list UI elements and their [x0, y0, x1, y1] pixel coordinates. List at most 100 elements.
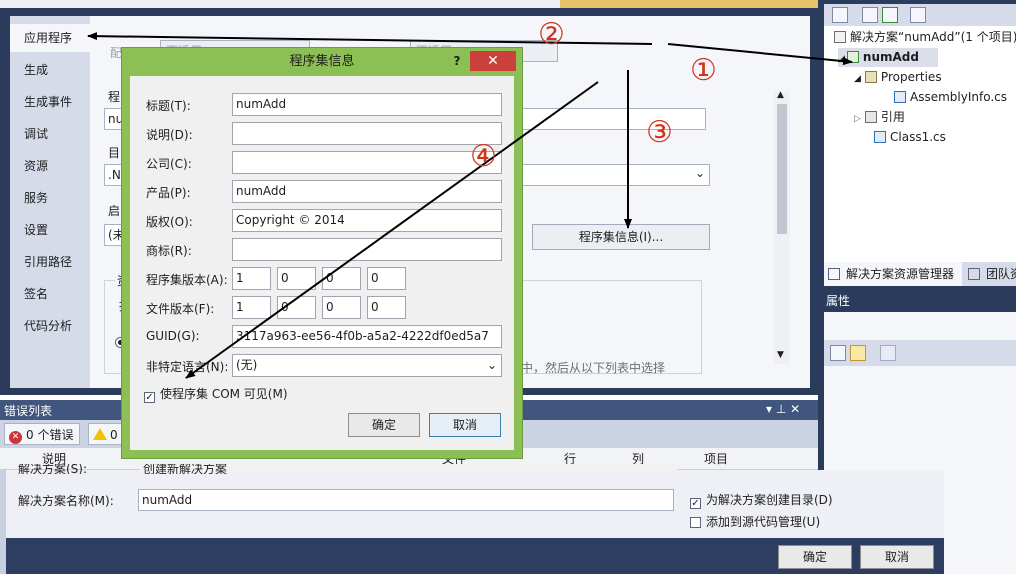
assemblyinfo-node[interactable]: AssemblyInfo.cs	[894, 88, 1007, 107]
product-input[interactable]: numAdd	[232, 180, 502, 203]
class1-node[interactable]: Class1.cs	[874, 128, 946, 147]
file-version-revision[interactable]: 0	[367, 296, 406, 319]
page-vertical-scrollbar[interactable]: ▲ ▼	[774, 90, 790, 364]
solution-node[interactable]: 解决方案“numAdd”(1 个项目)	[834, 28, 1016, 47]
refresh-icon[interactable]	[882, 7, 898, 23]
chevron-down-icon: ⌄	[694, 166, 705, 180]
solution-node-label: 解决方案“numAdd”(1 个项目)	[850, 30, 1016, 44]
scrollbar-thumb[interactable]	[777, 104, 787, 234]
tab-build-events[interactable]: 生成事件	[10, 88, 90, 116]
dialog-cancel-button[interactable]: 取消	[429, 413, 501, 437]
checkbox-checked-icon: ✓	[144, 392, 155, 403]
tab-team-explorer-label: 团队资	[986, 267, 1016, 281]
chevron-down-icon: ⌄	[486, 358, 497, 372]
tab-services[interactable]: 服务	[10, 184, 90, 212]
solution-label: 解决方案(S):	[18, 464, 88, 474]
source-control-checkbox[interactable]: 添加到源代码管理(U)	[690, 513, 820, 530]
scroll-up-icon[interactable]: ▲	[777, 90, 784, 100]
target-framework-label: 目	[108, 146, 121, 160]
properties-toolbar	[824, 340, 1016, 366]
errors-count: 0 个错误	[26, 428, 74, 442]
tab-build[interactable]: 生成	[10, 56, 90, 84]
com-visible-checkbox[interactable]: ✓ 使程序集 COM 可见(M)	[144, 385, 288, 403]
annotation-2: ②	[538, 17, 565, 52]
csharp-file-icon	[874, 131, 886, 143]
tab-reference-paths[interactable]: 引用路径	[10, 248, 90, 276]
categorized-icon[interactable]	[830, 345, 846, 361]
assembly-version-build[interactable]: 0	[322, 267, 361, 290]
tab-resources[interactable]: 资源	[10, 152, 90, 180]
startup-object-label: 启	[108, 204, 121, 218]
tab-application[interactable]: 应用程序	[10, 24, 94, 52]
new-project-ok-button[interactable]: 确定	[778, 545, 852, 569]
solution-name-value: numAdd	[142, 493, 193, 507]
tab-team-explorer[interactable]: 团队资	[964, 262, 1016, 286]
warning-icon	[93, 428, 107, 440]
source-control-label: 添加到源代码管理(U)	[706, 515, 821, 529]
description-input[interactable]	[232, 122, 502, 145]
alphabetical-icon[interactable]	[850, 345, 866, 361]
tab-settings[interactable]: 设置	[10, 216, 90, 244]
annotation-1: ①	[690, 53, 717, 88]
collapse-arrow-icon[interactable]: ◢	[838, 54, 845, 64]
errors-filter-button[interactable]: ✕ 0 个错误	[4, 423, 80, 445]
document-tab-strip	[0, 0, 818, 8]
properties-node-label: Properties	[880, 70, 942, 84]
team-explorer-icon	[968, 268, 980, 280]
references-node-label: 引用	[880, 110, 905, 124]
project-node-label: numAdd	[862, 50, 919, 64]
create-directory-checkbox[interactable]: ✓ 为解决方案创建目录(D)	[690, 491, 833, 509]
checkbox-unchecked-icon	[690, 517, 701, 528]
file-version-build[interactable]: 0	[322, 296, 361, 319]
tab-debug[interactable]: 调试	[10, 120, 90, 148]
assembly-info-button[interactable]: 程序集信息(I)...	[532, 224, 710, 250]
column-project[interactable]: 项目	[704, 448, 728, 470]
assembly-name-label: 程	[108, 90, 121, 104]
create-directory-label: 为解决方案创建目录(D)	[706, 493, 833, 507]
trademark-input[interactable]	[232, 238, 502, 261]
solution-explorer-tabs: 解决方案资源管理器 团队资	[824, 262, 1016, 286]
tab-solution-explorer[interactable]: 解决方案资源管理器	[824, 262, 962, 286]
new-project-button-bar: 确定 取消	[6, 538, 944, 574]
file-version-minor[interactable]: 0	[277, 296, 316, 319]
assembly-version-major[interactable]: 1	[232, 267, 271, 290]
solution-tree: 解决方案“numAdd”(1 个项目) ◢ numAdd ◢ Properties …	[824, 26, 1016, 262]
assembly-version-minor[interactable]: 0	[277, 267, 316, 290]
collapse-arrow-icon[interactable]: ◢	[854, 74, 861, 84]
csharp-project-icon	[846, 51, 859, 63]
tab-signing[interactable]: 签名	[10, 280, 90, 308]
close-icon[interactable]: ✕	[470, 51, 516, 71]
assembly-version-revision[interactable]: 0	[367, 267, 406, 290]
solution-select[interactable]: 创建新解决方案	[140, 464, 677, 474]
properties-icon[interactable]	[832, 7, 848, 23]
tab-code-analysis[interactable]: 代码分析	[10, 312, 90, 340]
annotation-3: ③	[646, 115, 673, 150]
expand-arrow-icon[interactable]: ▷	[854, 114, 861, 124]
guid-input[interactable]: 3117a963-ee56-4f0b-a5a2-4222df0ed5a7	[232, 325, 502, 348]
com-visible-label: 使程序集 COM 可见(M)	[160, 387, 288, 401]
annotation-4: ④	[470, 139, 497, 174]
show-all-files-icon[interactable]	[862, 7, 878, 23]
properties-node[interactable]: ◢ Properties	[854, 68, 942, 87]
tab-solution-explorer-label: 解决方案资源管理器	[846, 267, 955, 281]
copyright-input[interactable]: Copyright © 2014	[232, 209, 502, 232]
warnings-filter-button[interactable]: 0	[88, 423, 124, 445]
scroll-down-icon[interactable]: ▼	[777, 350, 784, 360]
description-label: 说明(D):	[146, 128, 193, 142]
project-node[interactable]: ◢ numAdd	[838, 48, 938, 67]
view-class-diagram-icon[interactable]	[910, 7, 926, 23]
company-input[interactable]	[232, 151, 502, 174]
window-controls[interactable]: ▾ ⊥ ✕	[766, 402, 800, 416]
file-version-major[interactable]: 1	[232, 296, 271, 319]
solution-name-input[interactable]: numAdd	[138, 489, 674, 511]
help-icon[interactable]: ?	[449, 51, 465, 71]
title-input[interactable]: numAdd	[232, 93, 502, 116]
property-pages-icon[interactable]	[880, 345, 896, 361]
references-node[interactable]: ▷ 引用	[854, 108, 905, 127]
folder-icon	[864, 71, 877, 83]
assemblyinfo-node-label: AssemblyInfo.cs	[910, 90, 1008, 104]
dialog-ok-button[interactable]: 确定	[348, 413, 420, 437]
error-list-title: 错误列表	[4, 404, 53, 418]
new-project-cancel-button[interactable]: 取消	[860, 545, 934, 569]
neutral-language-select[interactable]: (无) ⌄	[232, 354, 502, 377]
